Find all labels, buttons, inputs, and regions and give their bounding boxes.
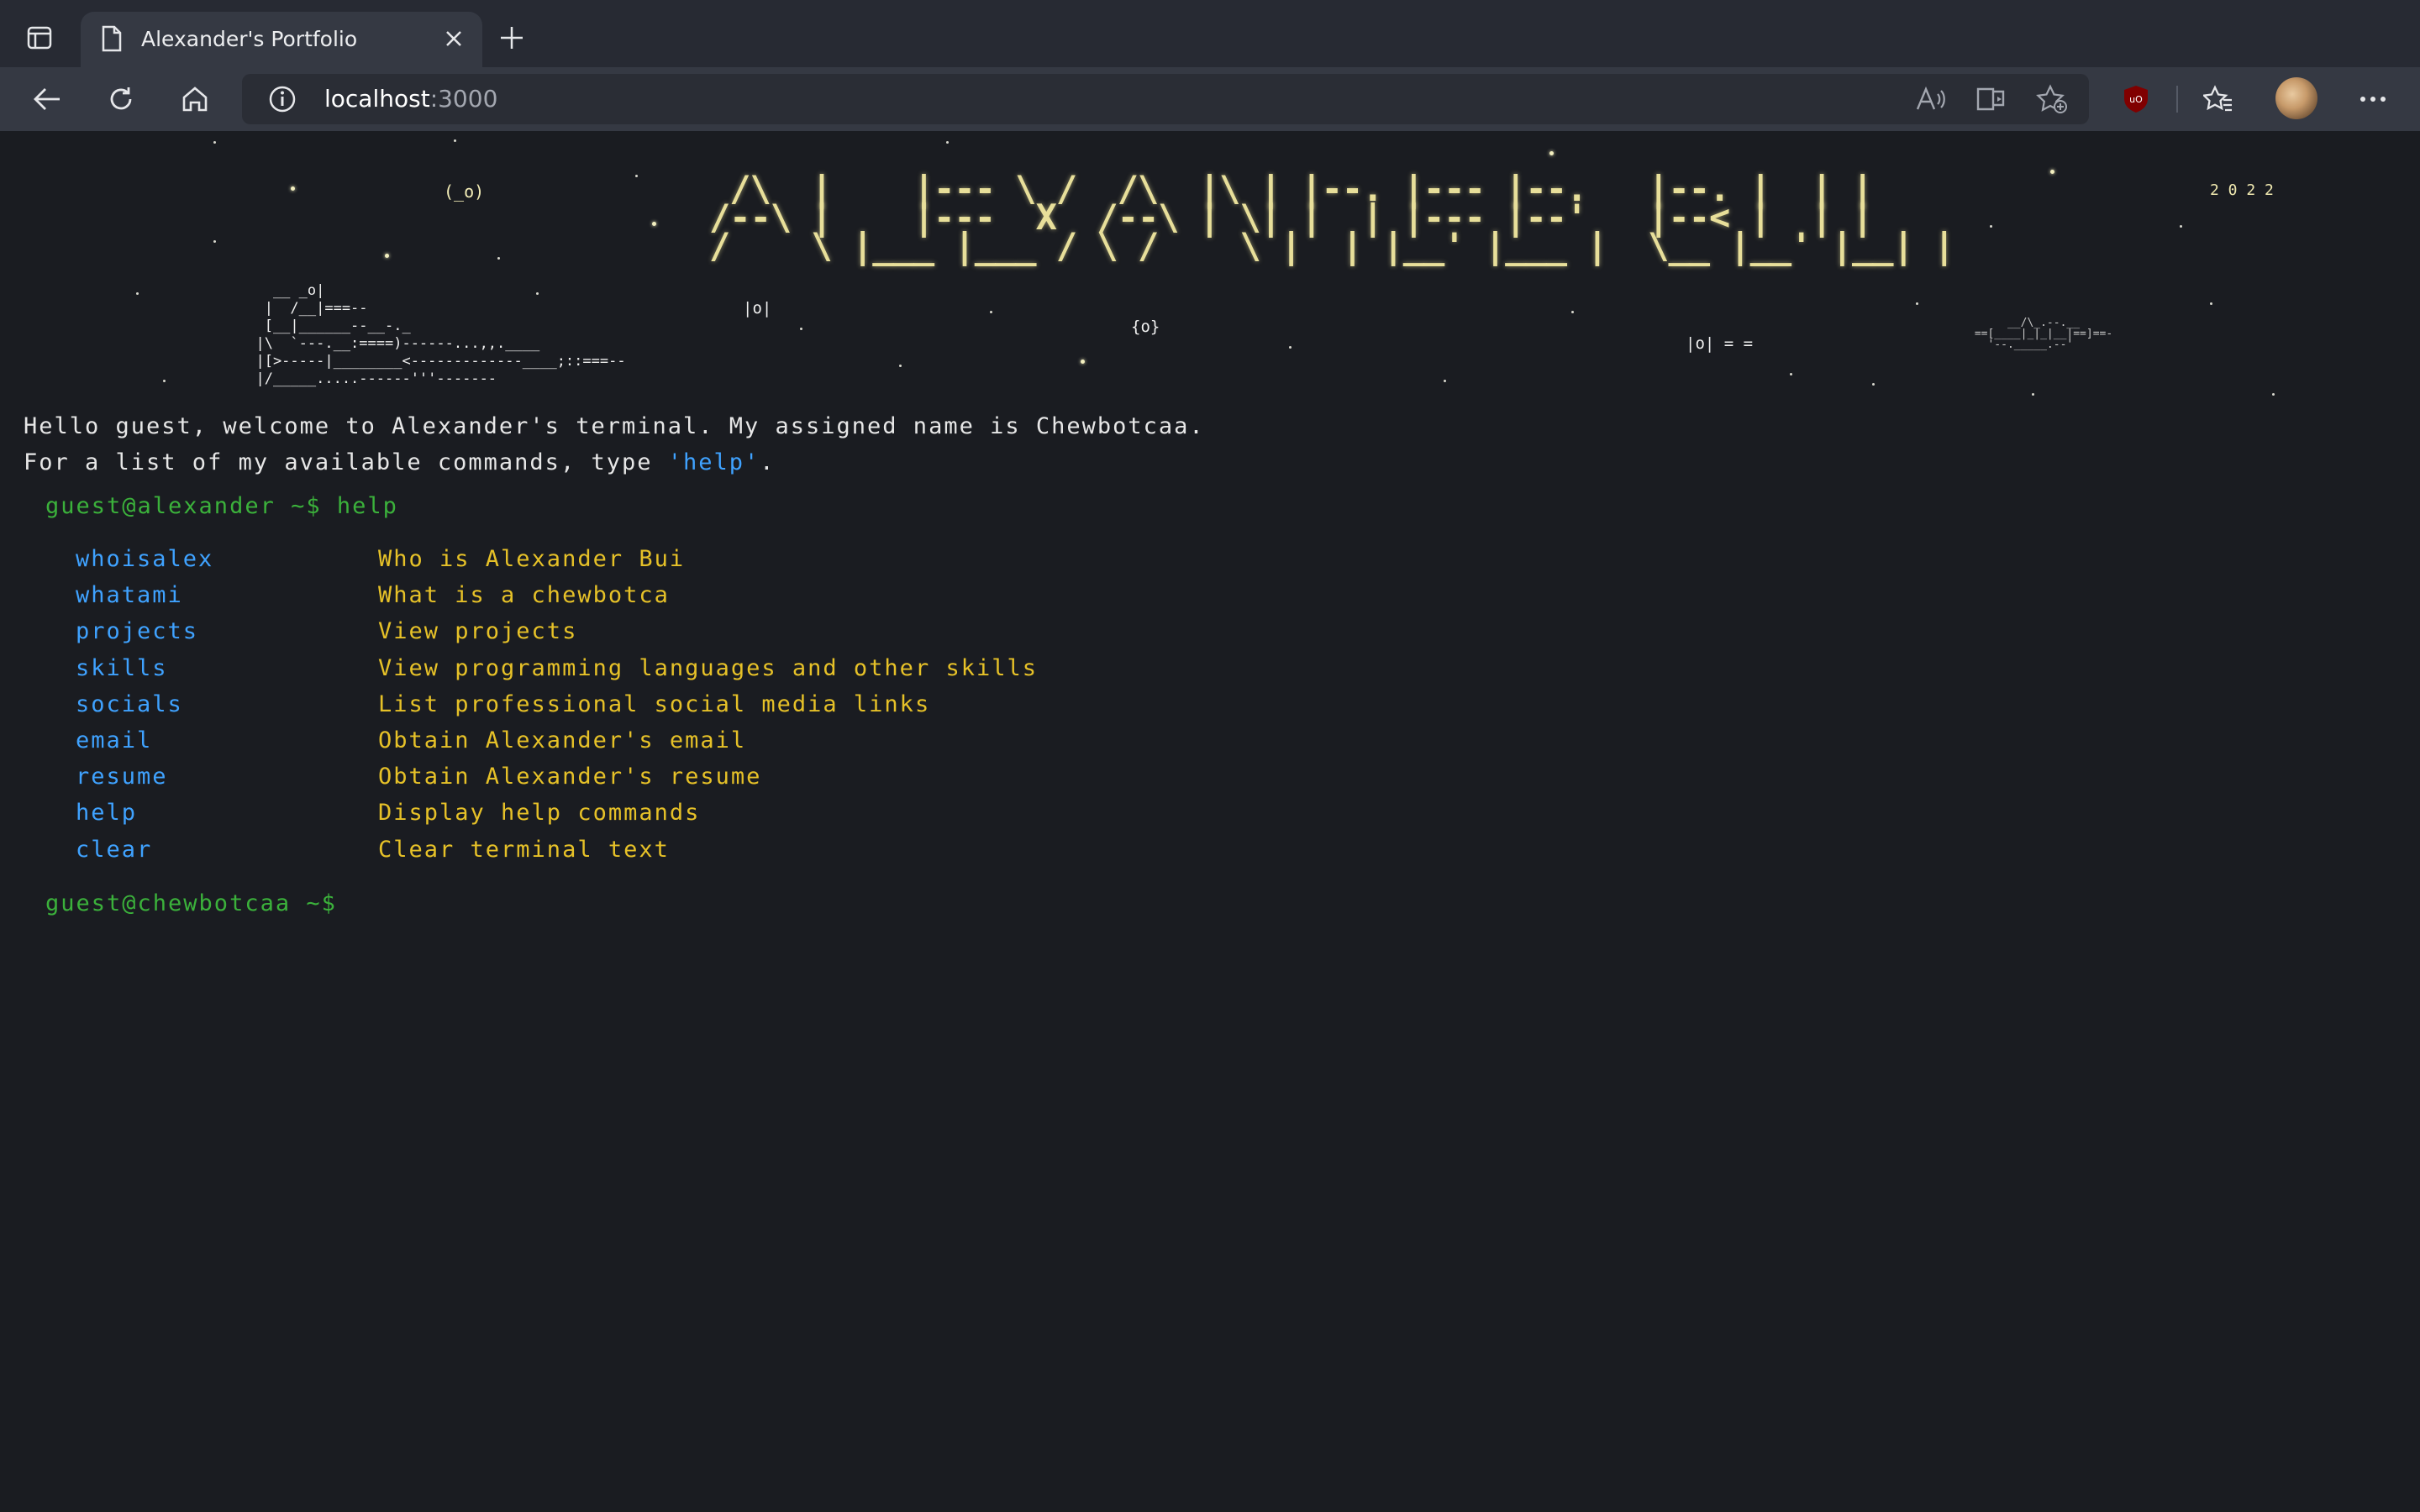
star: [213, 240, 216, 243]
command-description: Clear terminal text: [378, 837, 670, 863]
star: [946, 141, 949, 144]
refresh-icon[interactable]: [101, 79, 141, 119]
tie-fighter-3: {o}: [1131, 318, 1160, 336]
command-description: List professional social media links: [378, 691, 931, 717]
command-name[interactable]: projects: [76, 618, 198, 644]
command-name[interactable]: whoisalex: [76, 546, 213, 572]
command-description: Display help commands: [378, 800, 701, 826]
tab-actions-icon[interactable]: [20, 18, 59, 57]
command-row: whatami What is a chewbotca: [0, 582, 1008, 616]
address-host: localhost: [324, 85, 430, 113]
star: [990, 311, 992, 313]
command-row: socials List professional social media l…: [0, 691, 1008, 725]
browser-toolbar: localhost:3000 uO: [0, 67, 2420, 131]
command-row: resume Obtain Alexander's resume: [0, 764, 1008, 797]
add-favorite-icon[interactable]: [2035, 82, 2069, 116]
star: [1916, 302, 1918, 305]
page-icon: [101, 25, 123, 55]
star: [899, 365, 902, 367]
help-hint-suffix: .: [760, 449, 776, 475]
year-label: 2 0 2 2: [2210, 181, 2274, 199]
command-name[interactable]: email: [76, 727, 152, 753]
profile-avatar[interactable]: [2275, 77, 2317, 119]
close-icon[interactable]: [439, 24, 469, 54]
back-arrow-icon[interactable]: [27, 79, 67, 119]
ublock-extension-icon[interactable]: uO: [2121, 84, 2151, 114]
address-url[interactable]: localhost:3000: [324, 85, 497, 113]
star: [497, 257, 500, 260]
svg-text:uO: uO: [2129, 94, 2143, 105]
more-options-icon[interactable]: [2353, 79, 2393, 119]
command-name[interactable]: clear: [76, 837, 152, 863]
command-name[interactable]: socials: [76, 691, 183, 717]
command-description: Obtain Alexander's email: [378, 727, 747, 753]
home-icon[interactable]: [175, 79, 215, 119]
site-info-icon[interactable]: [267, 84, 297, 118]
star: [2180, 225, 2182, 228]
star: [385, 254, 389, 258]
star: [635, 175, 638, 177]
address-bar[interactable]: localhost:3000: [242, 74, 2089, 124]
star: [1289, 346, 1292, 349]
command-name[interactable]: resume: [76, 764, 168, 790]
tie-fighter-2: |o|: [743, 299, 772, 318]
ascii-ship-right: __/\_.--.__ ==[____|_|_|__|==]==- '--.__…: [1974, 317, 2113, 351]
star: [1571, 311, 1574, 313]
help-keyword: 'help': [667, 449, 760, 475]
prompt-help-command: guest@alexander ~$ help: [45, 493, 398, 519]
command-row: skills View programming languages and ot…: [0, 655, 1036, 689]
immersive-reader-icon[interactable]: [1975, 82, 2008, 116]
command-description: Obtain Alexander's resume: [378, 764, 762, 790]
star: [213, 141, 216, 144]
star: [1444, 380, 1446, 382]
ascii-title: /\ | |--- \ / /\ |\ | |--. |--- |--. |--…: [709, 168, 1954, 266]
command-description: View programming languages and other ski…: [378, 655, 1038, 681]
command-name[interactable]: skills: [76, 655, 168, 681]
command-name[interactable]: whatami: [76, 582, 183, 608]
star: [136, 292, 139, 295]
command-row: whoisalex Who is Alexander Bui: [0, 546, 1008, 580]
star: [454, 139, 456, 142]
command-row: email Obtain Alexander's email: [0, 727, 1008, 761]
star: [1990, 225, 1992, 228]
help-hint-line: For a list of my available commands, typ…: [24, 449, 776, 475]
read-aloud-icon[interactable]: [1914, 82, 1948, 116]
toolbar-divider: [2176, 86, 2178, 113]
star: [2032, 393, 2034, 396]
command-row: clear Clear terminal text: [0, 837, 1008, 870]
star: [2050, 170, 2054, 174]
command-row: projects View projects: [0, 618, 1008, 652]
command-description: What is a chewbotca: [378, 582, 670, 608]
star: [800, 328, 802, 330]
star: [652, 222, 656, 226]
new-tab-icon[interactable]: [494, 20, 529, 55]
command-row: help Display help commands: [0, 800, 1008, 833]
star: [1549, 151, 1554, 155]
address-port: :3000: [429, 85, 498, 113]
tab-strip: Alexander's Portfolio: [0, 0, 2420, 67]
tie-fighter-4: |o| = =: [1686, 334, 1754, 353]
welcome-line: Hello guest, welcome to Alexander's term…: [24, 413, 1205, 439]
ascii-ship-left: __ _o| | /__|===-- [__|______--__-._ |\ …: [255, 282, 626, 387]
star: [291, 186, 295, 191]
star: [1081, 360, 1085, 364]
tie-fighter-1: (_o): [444, 181, 485, 202]
star: [2272, 393, 2275, 396]
star: [1790, 373, 1792, 375]
terminal-page[interactable]: /\ | |--- \ / /\ |\ | |--. |--- |--. |--…: [0, 131, 2420, 1512]
command-description: View projects: [378, 618, 578, 644]
command-description: Who is Alexander Bui: [378, 546, 686, 572]
terminal-prompt-input[interactable]: guest@chewbotcaa ~$: [45, 890, 337, 916]
star: [163, 380, 166, 382]
tab-title: Alexander's Portfolio: [141, 27, 358, 51]
star: [2210, 302, 2212, 305]
favorites-icon[interactable]: [2198, 79, 2238, 119]
command-name[interactable]: help: [76, 800, 137, 826]
star: [1872, 383, 1875, 386]
help-hint-prefix: For a list of my available commands, typ…: [24, 449, 668, 475]
active-tab[interactable]: Alexander's Portfolio: [81, 12, 482, 67]
